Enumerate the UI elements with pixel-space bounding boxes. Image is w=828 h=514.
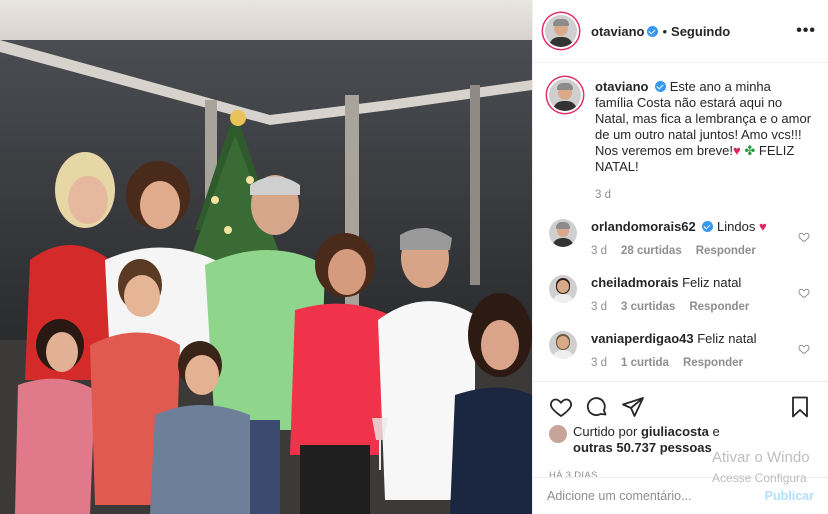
comment-icon[interactable]: [585, 395, 609, 419]
liked-by: Curtido por giuliacosta e outras 50.737 …: [533, 424, 828, 456]
caption: otaviano Este ano a minha família Costa …: [549, 79, 812, 203]
family-christmas-photo: [0, 0, 532, 514]
like-comment-heart-icon[interactable]: [798, 343, 810, 355]
comment-username[interactable]: cheiladmorais: [591, 275, 678, 290]
liker-avatar[interactable]: [549, 425, 567, 443]
bookmark-icon[interactable]: [788, 395, 812, 419]
red-heart-emoji: ♥: [758, 219, 767, 234]
liked-by-user[interactable]: giuliacosta: [641, 424, 709, 439]
comment-username[interactable]: vaniaperdigao43: [591, 331, 694, 346]
comment-time[interactable]: 3 d: [591, 299, 607, 315]
comment-input[interactable]: Adicione um comentário...: [547, 489, 692, 503]
liked-by-others[interactable]: outras 50.737 pessoas: [573, 440, 712, 455]
comment-likes[interactable]: 1 curtida: [621, 355, 669, 371]
reply-button[interactable]: Responder: [689, 299, 749, 315]
comment-username[interactable]: orlandomorais62: [591, 219, 696, 234]
verified-icon: [655, 81, 667, 92]
commenter-avatar[interactable]: [549, 331, 577, 359]
instagram-post-window: otaviano • Seguindo ••• otaviano Este an…: [0, 0, 828, 514]
post-header: otaviano • Seguindo •••: [533, 0, 828, 63]
verified-icon: [702, 221, 714, 232]
caption-username[interactable]: otaviano: [595, 79, 648, 94]
add-comment-bar: Adicione um comentário... Publicar: [533, 477, 828, 514]
like-comment-heart-icon[interactable]: [798, 231, 810, 243]
more-options-icon[interactable]: •••: [796, 22, 816, 40]
profile-avatar[interactable]: [545, 15, 577, 47]
post-comment-button[interactable]: Publicar: [765, 489, 814, 503]
commenter-avatar[interactable]: [549, 275, 577, 303]
comment-item: orlandomorais62 Lindos ♥ 3 d 28 curtidas…: [549, 219, 812, 259]
post-side-panel: otaviano • Seguindo ••• otaviano Este an…: [532, 0, 828, 514]
comment-likes[interactable]: 28 curtidas: [621, 243, 682, 259]
liked-by-conj: e: [712, 424, 720, 439]
header-username[interactable]: otaviano: [591, 24, 644, 39]
comment-time[interactable]: 3 d: [591, 243, 607, 259]
comment-time[interactable]: 3 d: [591, 355, 607, 371]
comment-text: Lindos: [717, 219, 756, 234]
comment-item: cheiladmorais Feliz natal 3 d 3 curtidas…: [549, 275, 812, 315]
heart-icon[interactable]: [549, 395, 573, 419]
red-heart-emoji: ♥: [733, 143, 741, 158]
header-separator: •: [662, 23, 668, 39]
caption-time[interactable]: 3 d: [595, 187, 611, 203]
commenter-avatar[interactable]: [549, 219, 577, 247]
comments-list[interactable]: otaviano Este ano a minha família Costa …: [533, 63, 828, 381]
clover-emoji: ✤: [744, 143, 756, 158]
reply-button[interactable]: Responder: [683, 355, 743, 371]
share-icon[interactable]: [621, 395, 645, 419]
comment-text: Feliz natal: [697, 331, 757, 346]
caption-avatar[interactable]: [549, 79, 581, 111]
action-icons-bar: [533, 382, 828, 424]
comment-likes[interactable]: 3 curtidas: [621, 299, 675, 315]
following-button[interactable]: Seguindo: [671, 24, 730, 39]
comment-item: vaniaperdigao43 Feliz natal 3 d 1 curtid…: [549, 331, 812, 371]
reply-button[interactable]: Responder: [696, 243, 756, 259]
post-photo[interactable]: [0, 0, 532, 514]
comment-text: Feliz natal: [682, 275, 742, 290]
like-comment-heart-icon[interactable]: [798, 287, 810, 299]
verified-icon: [647, 25, 659, 37]
liked-by-prefix: Curtido por: [573, 424, 638, 439]
